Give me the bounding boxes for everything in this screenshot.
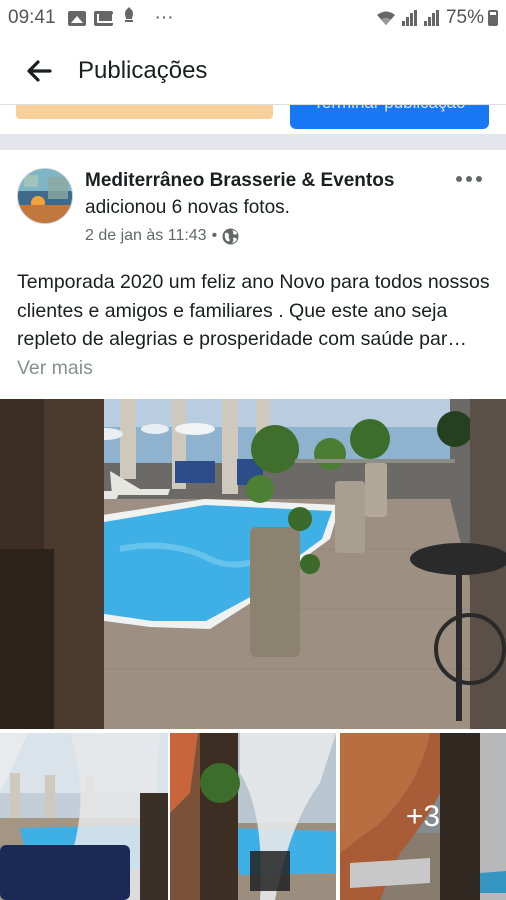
- post-photo-main[interactable]: [0, 399, 506, 729]
- back-button[interactable]: [0, 36, 78, 106]
- signal-icon: [401, 10, 418, 26]
- meta-separator: •: [211, 227, 218, 244]
- post-meta: 2 de jan às 11:43 •: [85, 227, 239, 245]
- post-timestamp[interactable]: 2 de jan às 11:43: [85, 227, 207, 245]
- battery-icon: [488, 10, 498, 26]
- post-body: Temporada 2020 um feliz ano Novo para to…: [17, 271, 490, 350]
- section-divider: [0, 134, 506, 150]
- see-more-link[interactable]: Ver mais: [17, 357, 93, 379]
- photo-thumb-1[interactable]: [0, 733, 168, 900]
- progress-bar: [16, 105, 273, 119]
- wifi-icon: [376, 11, 395, 25]
- status-bar: 09:41 ··· 75%: [0, 0, 506, 36]
- page-name-link[interactable]: Mediterrâneo Brasserie & Eventos: [85, 170, 394, 192]
- more-options-icon[interactable]: [452, 167, 486, 191]
- app-header: Publicações: [0, 36, 506, 106]
- post-header: Mediterrâneo Brasserie & Eventos adicion…: [0, 150, 506, 260]
- status-time: 09:41: [8, 7, 56, 28]
- notification-icon: [121, 6, 137, 30]
- photo-thumb-3[interactable]: +3: [340, 733, 506, 900]
- photo-thumb-2[interactable]: [170, 733, 336, 900]
- mail-icon: [93, 10, 113, 26]
- more-photos-count[interactable]: +3: [340, 733, 506, 900]
- back-arrow-icon: [27, 60, 52, 82]
- battery-percent: 75%: [445, 7, 484, 28]
- gallery-icon: [67, 10, 86, 26]
- post-action-text: adicionou 6 novas fotos.: [85, 197, 290, 218]
- page-title: Publicações: [78, 57, 208, 84]
- globe-icon: [222, 228, 239, 244]
- photo-thumbnails: +3: [0, 733, 506, 900]
- status-dots: ···: [154, 7, 174, 28]
- finish-post-button[interactable]: Terminar publicação: [290, 105, 489, 129]
- signal-icon-2: [423, 10, 440, 26]
- avatar[interactable]: [17, 168, 73, 224]
- composer-strip: Terminar publicação: [0, 104, 506, 134]
- post-text: Temporada 2020 um feliz ano Novo para to…: [17, 268, 495, 382]
